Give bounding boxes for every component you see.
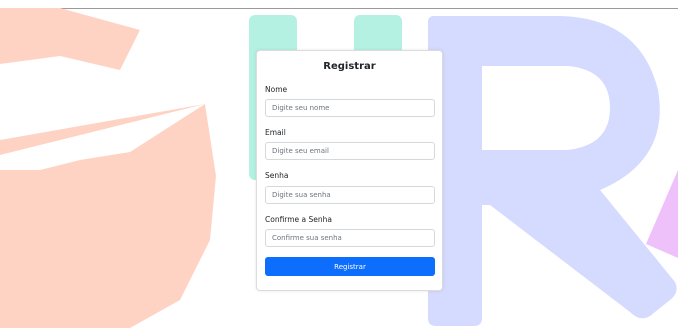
confirm-password-label: Confirme a Senha: [265, 215, 333, 224]
email-label: Email: [265, 128, 286, 137]
name-label: Nome: [265, 85, 288, 94]
confirm-password-input[interactable]: [265, 229, 435, 247]
name-input[interactable]: [265, 99, 435, 117]
background-accent-shape: [646, 170, 678, 258]
register-button[interactable]: Registrar: [265, 257, 435, 276]
register-card: Registrar Nome Email Senha Confirme a Se…: [256, 50, 443, 291]
background-letter-g-lower: [0, 104, 216, 328]
background-letter-g: [0, 8, 140, 70]
email-input[interactable]: [265, 142, 435, 160]
password-input[interactable]: [265, 186, 435, 204]
background-letter-r: [428, 16, 677, 326]
register-title: Registrar: [323, 61, 376, 72]
password-label: Senha: [265, 171, 289, 180]
